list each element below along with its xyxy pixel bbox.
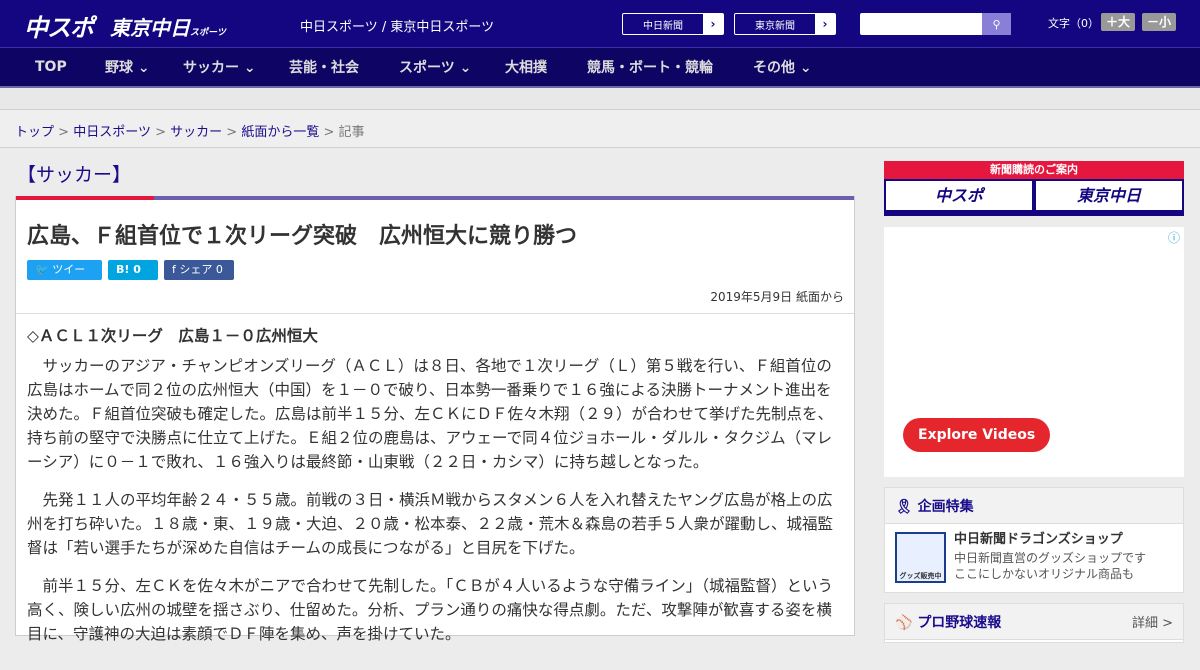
header: 中スポ 東京中日スポーツ 中日スポーツ / 東京中日スポーツ 中日新聞 › 東京新… <box>0 0 1200 48</box>
breadcrumb-chuspo[interactable]: 中日スポーツ <box>73 125 151 140</box>
tweet-button[interactable]: 🐦 ツイート <box>27 260 102 296</box>
feature-box: 🎗 企画特集 グッズ販売中 中日新聞ドラゴンズショップ 中日新聞直営のグッズショ… <box>884 487 1184 593</box>
feature-item-desc: 中日新聞直営のグッズショップです <box>954 551 1147 565</box>
baseball-box: ⚾ プロ野球速報 詳細 > <box>884 603 1184 643</box>
nav-racing[interactable]: 競馬・ボート・競輪 <box>587 57 713 77</box>
baseball-more-link[interactable]: 詳細 > <box>1132 612 1173 631</box>
feature-header: 🎗 企画特集 <box>885 488 1183 524</box>
main-nav: TOP 野球 ⌄ サッカー ⌄ 芸能・社会 スポーツ ⌄ 大相撲 競馬・ボート・… <box>0 48 1200 88</box>
breadcrumb-top[interactable]: トップ <box>15 125 54 140</box>
share-buttons: 🐦 ツイート B! 0 f シェア 0 <box>27 260 854 296</box>
subscribe-chuspo[interactable]: 中スポ <box>886 181 1032 210</box>
nav-label: スポーツ <box>399 60 455 76</box>
font-smaller-button[interactable]: －小 <box>1142 13 1177 31</box>
dragons-shop-thumbnail: グッズ販売中 <box>895 532 946 583</box>
tokyo-shimbun-link[interactable]: 東京新聞 › <box>734 13 836 35</box>
nav-label: サッカー <box>183 60 239 76</box>
spacer-strip <box>0 88 1200 110</box>
article-date: 2019年5月9日 紙面から <box>16 280 854 314</box>
link-label: 東京新聞 <box>755 20 795 32</box>
ribbon-icon: 🎗 <box>895 499 913 515</box>
logo-text: 東京中日 <box>110 16 190 40</box>
chevron-down-icon: ⌄ <box>243 60 256 76</box>
article-title: 広島、Ｆ組首位で１次リーグ突破 広州恒大に競り勝つ <box>27 224 578 249</box>
nav-sumo[interactable]: 大相撲 <box>505 57 547 77</box>
logo-chuspo[interactable]: 中スポ <box>24 8 94 43</box>
search-icon[interactable]: ⚲ <box>982 13 1011 35</box>
nav-entertainment[interactable]: 芸能・社会 <box>289 57 359 77</box>
chevron-down-icon: ⌄ <box>459 60 472 76</box>
logo-tokyo-chunichi[interactable]: 東京中日スポーツ <box>110 12 226 41</box>
article-subhead: ◇ＡＣＬ１次リーグ 広島１－０広州恒大 <box>27 327 318 345</box>
breadcrumb-soccer[interactable]: サッカー <box>170 125 222 140</box>
share-label: シェア 0 <box>179 263 223 276</box>
separator: > <box>226 125 238 140</box>
feature-item[interactable]: グッズ販売中 中日新聞ドラゴンズショップ 中日新聞直営のグッズショップです ここ… <box>885 524 1183 591</box>
separator: > <box>323 125 335 140</box>
facebook-share-button[interactable]: f シェア 0 <box>164 260 234 280</box>
nav-baseball[interactable]: 野球 ⌄ <box>105 57 150 77</box>
article-category: 【サッカー】 <box>17 164 132 186</box>
article: 広島、Ｆ組首位で１次リーグ突破 広州恒大に競り勝つ 🐦 ツイート B! 0 f … <box>15 196 855 643</box>
baseball-header: ⚾ プロ野球速報 詳細 > <box>885 604 1183 640</box>
chevron-down-icon: ⌄ <box>799 60 812 76</box>
info-icon[interactable]: ⓘ <box>1168 229 1180 246</box>
article-body: ◇ＡＣＬ１次リーグ 広島１－０広州恒大 サッカーのアジア・チャンピオンズリーグ（… <box>16 314 854 670</box>
hatena-button[interactable]: B! 0 <box>108 260 158 280</box>
nav-label: 野球 <box>105 60 133 76</box>
paragraph: 前半１５分、左ＣＫを佐々木がニアで合わせて先制した。「ＣＢが４人いるような守備ラ… <box>27 577 834 643</box>
separator: > <box>58 125 70 140</box>
chunichi-shimbun-link[interactable]: 中日新聞 › <box>622 13 724 35</box>
nav-top[interactable]: TOP <box>35 59 67 75</box>
facebook-icon: f <box>172 263 176 276</box>
nav-other[interactable]: その他 ⌄ <box>753 57 812 77</box>
subscribe-title: 新聞購読のご案内 <box>884 161 1184 179</box>
subscribe-banner[interactable]: 新聞購読のご案内 中スポ 東京中日 <box>884 161 1184 216</box>
accent-bar <box>16 196 854 200</box>
site-name: 中日スポーツ / 東京中日スポーツ <box>300 20 495 35</box>
paragraph: 先発１１人の平均年齢２４・５５歳。前戦の３日・横浜Ｍ戦からスタメン６人を入れ替え… <box>27 491 834 557</box>
feature-item-title: 中日新聞ドラゴンズショップ <box>954 532 1123 547</box>
nav-sports[interactable]: スポーツ ⌄ <box>399 57 471 77</box>
search-input[interactable]: ⚲ <box>860 13 1011 35</box>
feature-title: 企画特集 <box>917 499 974 515</box>
chevron-down-icon: ⌄ <box>137 60 150 76</box>
font-larger-button[interactable]: ＋大 <box>1101 13 1136 31</box>
explore-videos-button[interactable]: Explore Videos <box>903 418 1051 452</box>
baseball-title: プロ野球速報 <box>917 615 1002 631</box>
chevron-right-icon: › <box>815 14 835 34</box>
breadcrumb-list[interactable]: 紙面から一覧 <box>241 125 319 140</box>
feature-item-desc: ここにしかないオリジナル商品も <box>954 567 1135 581</box>
subscribe-tokyo[interactable]: 東京中日 <box>1036 181 1182 210</box>
link-label: 中日新聞 <box>643 20 683 32</box>
baseball-icon: ⚾ <box>895 615 913 631</box>
breadcrumb-current: 記事 <box>338 125 365 140</box>
logo-sub: スポーツ <box>190 28 226 38</box>
nav-label: その他 <box>753 60 795 76</box>
chevron-right-icon: › <box>703 14 723 34</box>
nav-soccer[interactable]: サッカー ⌄ <box>183 57 256 77</box>
font-size-label: 文字（0） <box>1048 17 1099 30</box>
paragraph: サッカーのアジア・チャンピオンズリーグ（ＡＣＬ）は８日、各地で１次リーグ（Ｌ）第… <box>27 357 834 471</box>
separator: > <box>155 125 166 140</box>
video-ad: ⓘ Explore Videos <box>884 227 1184 477</box>
breadcrumb: トップ > 中日スポーツ > サッカー > 紙面から一覧 > 記事 <box>0 110 1200 148</box>
